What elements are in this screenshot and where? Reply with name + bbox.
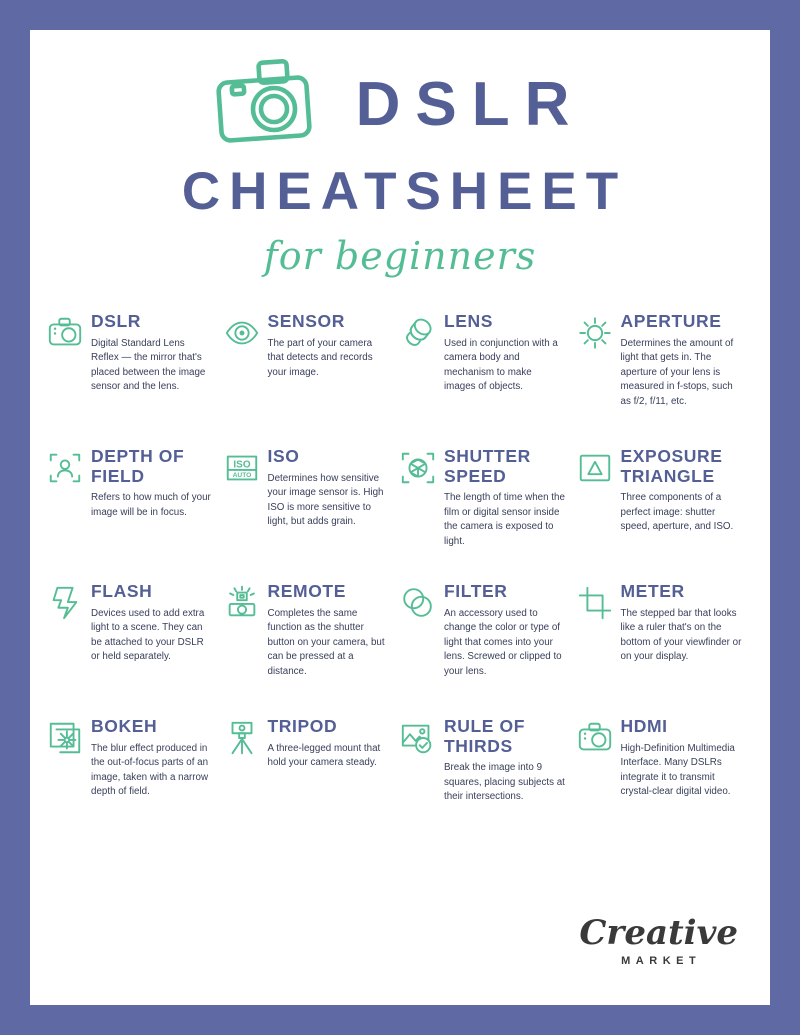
term-description: An accessory used to change the color or… [444, 607, 562, 677]
term-card-meter: METER The stepped bar that looks like a … [576, 581, 753, 717]
term-description: Break the image into 9 squares, placing … [444, 762, 565, 803]
term-card-shutter-speed: SHUTTER SPEED The length of time when th… [399, 446, 576, 582]
term-body: SENSOR The part of your camera that dete… [267, 311, 390, 380]
camera-icon [46, 314, 84, 352]
term-body: METER The stepped bar that looks like a … [620, 581, 743, 665]
term-title: SENSOR [267, 311, 346, 331]
term-body: ISO Determines how sensitive your image … [267, 446, 390, 530]
term-body: BOKEH The blur effect produced in the ou… [91, 716, 213, 800]
eye-icon [223, 314, 261, 352]
term-description: The part of your camera that detects and… [267, 337, 373, 378]
term-title: FLASH [91, 581, 153, 601]
term-card-sensor: SENSOR The part of your camera that dete… [223, 311, 400, 447]
brand-subtitle: MARKET [621, 955, 702, 967]
term-body: TRIPOD A three-legged mount that hold yo… [267, 716, 390, 771]
term-card-dslr: DSLR Digital Standard Lens Reflex — the … [46, 311, 223, 447]
term-description: Completes the same function as the shutt… [267, 607, 385, 677]
term-card-bokeh: BOKEH The blur effect produced in the ou… [46, 716, 223, 852]
term-card-flash: FLASH Devices used to add extra light to… [46, 581, 223, 717]
title-row: DSLR [30, 58, 770, 151]
term-body: HDMI High-Definition Multimedia Interfac… [620, 716, 743, 800]
term-card-filter: FILTER An accessory used to change the c… [399, 581, 576, 717]
page-subtitle: for beginners [263, 234, 537, 278]
term-title: APERTURE [620, 311, 722, 331]
terms-grid: DSLR Digital Standard Lens Reflex — the … [30, 311, 770, 852]
term-card-aperture: APERTURE Determines the amount of light … [576, 311, 753, 447]
term-description: Devices used to add extra light to a sce… [91, 607, 205, 663]
photo-check-icon [399, 719, 437, 757]
term-card-rule-of-thirds: RULE OF THIRDS Break the image into 9 sq… [399, 716, 576, 852]
tripod-icon [223, 719, 261, 757]
term-body: DSLR Digital Standard Lens Reflex — the … [91, 311, 213, 395]
page-title-primary: DSLR [355, 69, 585, 139]
term-body: SHUTTER SPEED The length of time when th… [444, 446, 566, 549]
lightning-bolt-icon [46, 584, 84, 622]
term-card-remote: REMOTE Completes the same function as th… [223, 581, 400, 717]
term-body: FILTER An accessory used to change the c… [444, 581, 566, 679]
portrait-focus-icon [46, 449, 84, 487]
term-title: FILTER [444, 581, 508, 601]
term-description: A three-legged mount that hold your came… [267, 742, 381, 769]
sun-icon [576, 314, 614, 352]
term-title: DEPTH OF FIELD [91, 446, 185, 486]
term-description: The blur effect produced in the out-of-f… [91, 742, 209, 798]
flower-photos-icon [46, 719, 84, 757]
brand-name: Creative [579, 913, 738, 953]
poster-page: DSLR CHEATSHEET for beginners DSLR Digit… [30, 30, 770, 1005]
term-body: LENS Used in conjunction with a camera b… [444, 311, 566, 395]
term-title: EXPOSURE TRIANGLE [620, 446, 723, 486]
svg-text:ISO: ISO [233, 460, 250, 471]
term-card-tripod: TRIPOD A three-legged mount that hold yo… [223, 716, 400, 852]
term-title: DSLR [91, 311, 142, 331]
term-description: Determines how sensitive your image sens… [267, 472, 384, 528]
svg-text:AUTO: AUTO [232, 472, 251, 479]
crop-marks-icon [576, 584, 614, 622]
term-description: The length of time when the film or digi… [444, 492, 565, 547]
remote-control-icon [223, 584, 261, 622]
term-title: ISO [267, 446, 300, 466]
brand-logo: Creative MARKET [579, 916, 738, 967]
term-title: REMOTE [267, 581, 346, 601]
term-body: APERTURE Determines the amount of light … [620, 311, 743, 409]
aperture-blades-focus-icon [399, 449, 437, 487]
term-description: High-Definition Multimedia Interface. Ma… [620, 742, 735, 798]
term-body: DEPTH OF FIELD Refers to how much of you… [91, 446, 213, 520]
term-title: METER [620, 581, 685, 601]
term-card-hdmi: HDMI High-Definition Multimedia Interfac… [576, 716, 753, 852]
term-body: REMOTE Completes the same function as th… [267, 581, 390, 679]
overlapping-circles-icon [399, 584, 437, 622]
term-body: RULE OF THIRDS Break the image into 9 sq… [444, 716, 566, 805]
lens-icon [399, 314, 437, 352]
term-description: Determines the amount of light that gets… [620, 337, 734, 407]
term-description: Digital Standard Lens Reflex — the mirro… [91, 337, 206, 393]
page-title-secondary: CHEATSHEET [181, 162, 628, 221]
term-body: FLASH Devices used to add extra light to… [91, 581, 213, 665]
term-body: EXPOSURE TRIANGLE Three components of a … [620, 446, 743, 535]
triangle-square-icon [576, 449, 614, 487]
term-card-exposure-triangle: EXPOSURE TRIANGLE Three components of a … [576, 446, 753, 582]
term-description: Three components of a perfect image: shu… [620, 492, 734, 533]
header: DSLR CHEATSHEET for beginners [30, 30, 770, 278]
term-card-iso: ISO AUTO ISO Determines how sensitive yo… [223, 446, 400, 582]
term-title: BOKEH [91, 716, 158, 736]
term-card-depth-of-field: DEPTH OF FIELD Refers to how much of you… [46, 446, 223, 582]
term-title: HDMI [620, 716, 668, 736]
term-title: RULE OF THIRDS [444, 716, 526, 756]
term-card-lens: LENS Used in conjunction with a camera b… [399, 311, 576, 447]
term-description: The stepped bar that looks like a ruler … [620, 607, 742, 663]
term-title: TRIPOD [267, 716, 338, 736]
term-title: SHUTTER SPEED [444, 446, 531, 486]
term-title: LENS [444, 311, 494, 331]
term-description: Refers to how much of your image will be… [91, 492, 211, 518]
camera-icon [215, 58, 326, 151]
camera-icon [576, 719, 614, 757]
term-description: Used in conjunction with a camera body a… [444, 337, 558, 393]
iso-auto-icon: ISO AUTO [223, 449, 261, 487]
